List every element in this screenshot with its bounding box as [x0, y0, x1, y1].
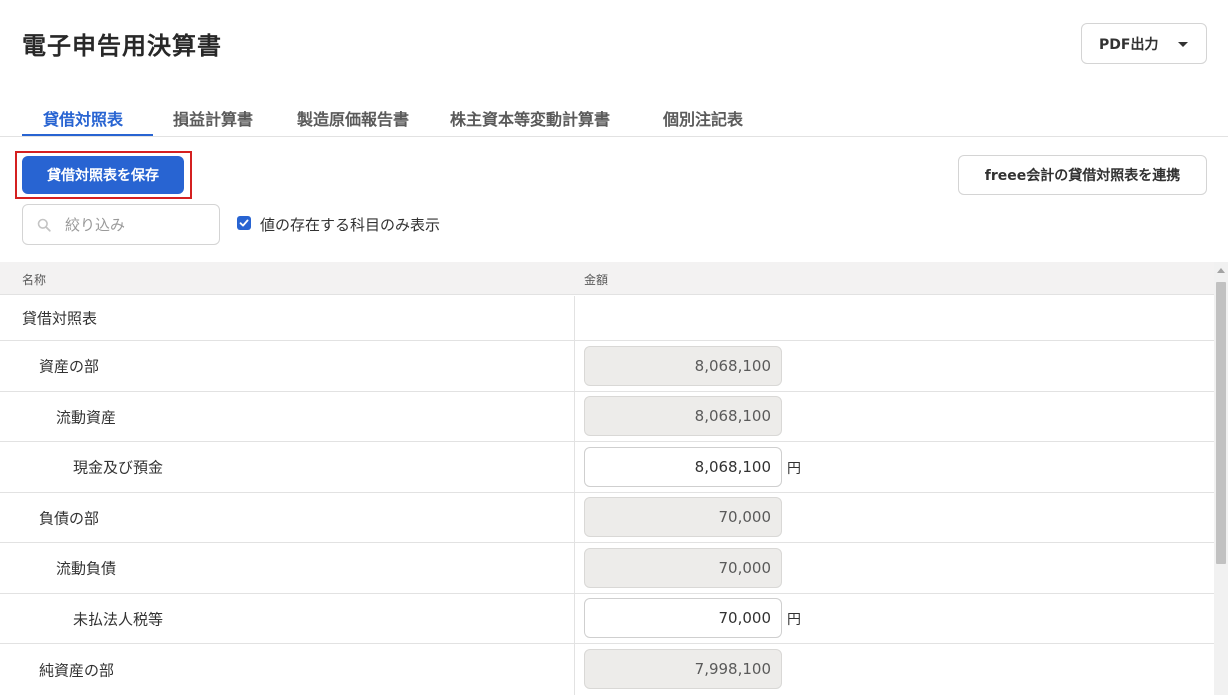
amount-readonly: 8,068,100 [584, 346, 782, 386]
row-name: 流動資産 [56, 408, 117, 426]
row-name: 純資産の部 [39, 661, 115, 679]
column-header-name: 名称 [22, 273, 47, 287]
amount-readonly: 7,998,100 [584, 649, 782, 689]
column-divider [574, 644, 575, 695]
table-row: 流動負債 70,000 [0, 543, 1214, 594]
column-divider [574, 392, 575, 441]
row-name: 未払法人税等 [73, 610, 164, 628]
tab-bar: 貸借対照表 損益計算書 製造原価報告書 株主資本等変動計算書 個別注記表 [0, 96, 1228, 137]
table-row: 流動資産 8,068,100 [0, 392, 1214, 442]
tab-balance-sheet[interactable]: 貸借対照表 [43, 106, 123, 130]
row-name: 負債の部 [39, 509, 100, 527]
chevron-down-icon [1178, 42, 1188, 47]
column-divider [574, 543, 575, 593]
tab-notes[interactable]: 個別注記表 [663, 106, 743, 130]
active-tab-indicator [22, 134, 153, 136]
save-balance-sheet-button[interactable]: 貸借対照表を保存 [22, 156, 184, 194]
filter-search-input[interactable] [65, 213, 215, 237]
row-name: 資産の部 [39, 357, 100, 376]
column-divider [574, 341, 575, 391]
column-divider [574, 493, 575, 542]
page-title: 電子申告用決算書 [22, 32, 222, 60]
search-icon [37, 218, 51, 232]
column-header-amount: 金額 [584, 273, 609, 287]
column-divider [574, 442, 575, 492]
amount-readonly: 70,000 [584, 497, 782, 537]
row-name: 貸借対照表 [22, 309, 98, 328]
table-row: 負債の部 70,000 [0, 493, 1214, 543]
row-name: 現金及び預金 [73, 458, 164, 477]
show-nonzero-only-label[interactable]: 値の存在する科目のみ表示 [260, 214, 440, 235]
table-row: 純資産の部 7,998,100 [0, 644, 1214, 695]
checkmark-icon [239, 219, 249, 227]
currency-unit: 円 [787, 612, 801, 628]
amount-readonly: 70,000 [584, 548, 782, 588]
table-row: 資産の部 8,068,100 [0, 341, 1214, 392]
column-divider [574, 296, 575, 340]
pdf-export-button[interactable]: PDF出力 [1081, 23, 1207, 64]
filter-search-box[interactable] [22, 204, 220, 245]
currency-unit: 円 [787, 461, 801, 477]
tab-manufacturing-cost-report[interactable]: 製造原価報告書 [297, 106, 409, 130]
tab-equity-statement[interactable]: 株主資本等変動計算書 [450, 106, 610, 130]
table-row: 未払法人税等 70,000 円 [0, 594, 1214, 644]
tab-income-statement[interactable]: 損益計算書 [173, 106, 253, 130]
table-header: 名称 金額 [0, 262, 1214, 295]
amount-input[interactable]: 8,068,100 [584, 447, 782, 487]
table-scrollbar[interactable] [1214, 262, 1228, 695]
amount-readonly: 8,068,100 [584, 396, 782, 436]
pdf-export-label: PDF出力 [1099, 36, 1159, 53]
show-nonzero-only-checkbox[interactable] [237, 216, 251, 230]
row-name: 流動負債 [56, 559, 117, 578]
table-row: 貸借対照表 [0, 296, 1214, 341]
scroll-up-arrow-icon[interactable] [1217, 268, 1225, 273]
save-button-highlight: 貸借対照表を保存 [15, 151, 192, 199]
column-divider [574, 594, 575, 643]
link-freee-balance-sheet-button[interactable]: freee会計の貸借対照表を連携 [958, 155, 1207, 195]
amount-input[interactable]: 70,000 [584, 598, 782, 638]
scrollbar-thumb[interactable] [1216, 282, 1226, 564]
table-row: 現金及び預金 8,068,100 円 [0, 442, 1214, 493]
